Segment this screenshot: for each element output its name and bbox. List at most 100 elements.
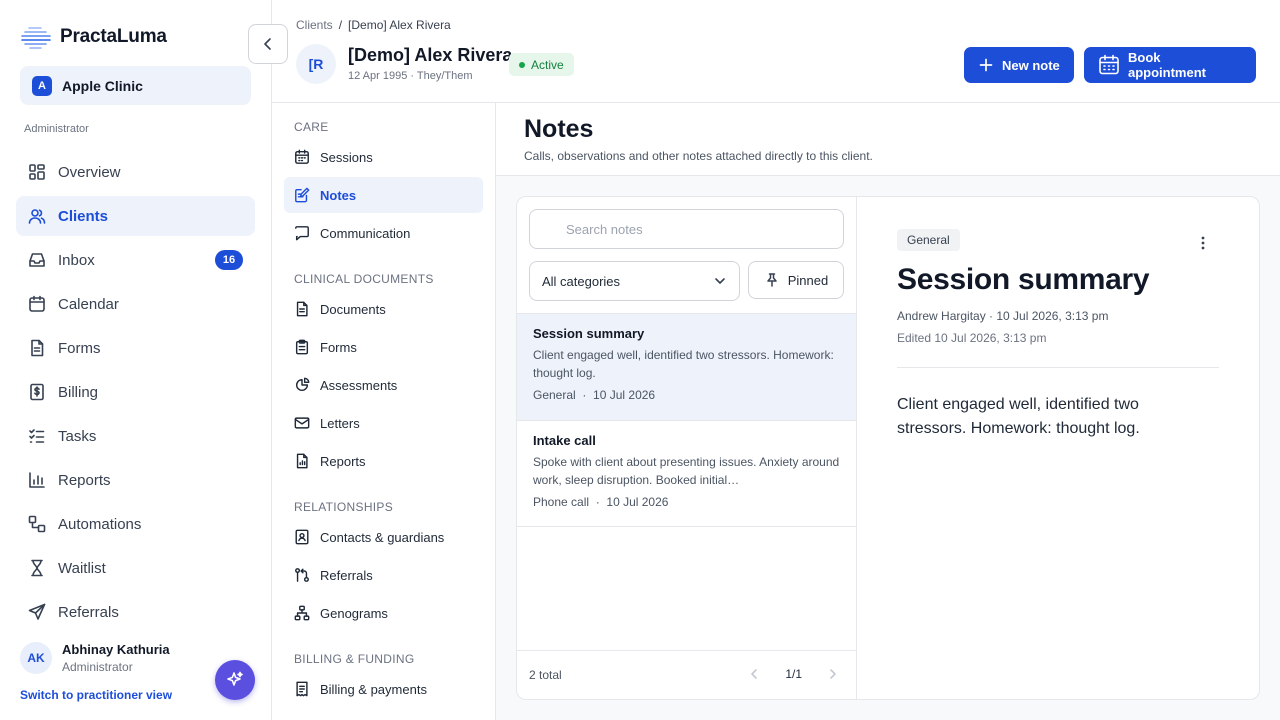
calendar-icon bbox=[1098, 54, 1120, 76]
note-list-item[interactable]: Intake call Spoke with client about pres… bbox=[517, 420, 856, 527]
overview-icon bbox=[28, 163, 46, 181]
breadcrumb-separator: / bbox=[338, 18, 343, 32]
subnav-item-referrals[interactable]: Referrals bbox=[284, 557, 483, 593]
send-icon bbox=[28, 603, 46, 621]
subnav-item-contacts-guardians[interactable]: Contacts & guardians bbox=[284, 519, 483, 555]
breadcrumb-clients-link[interactable]: Clients bbox=[296, 18, 333, 32]
subnav-item-label: Notes bbox=[320, 187, 357, 203]
brand[interactable]: PractaLuma bbox=[20, 24, 167, 50]
nav-item-forms[interactable]: Forms bbox=[16, 328, 255, 368]
notes-main: Notes Calls, observations and other note… bbox=[496, 103, 1280, 720]
clipboard-icon bbox=[294, 339, 310, 355]
note-meta: General · 10 Jul 2026 bbox=[533, 388, 840, 402]
calendar-icon bbox=[294, 149, 310, 165]
nav-item-clients[interactable]: Clients bbox=[16, 196, 255, 236]
search-placeholder: Search notes bbox=[566, 221, 643, 237]
subnav-item-letters[interactable]: Letters bbox=[284, 405, 483, 441]
category-select[interactable]: All categories bbox=[529, 261, 740, 301]
nav-item-tasks[interactable]: Tasks bbox=[16, 416, 255, 456]
main-nav: Overview Clients Inbox 16 Calendar Forms… bbox=[16, 152, 255, 636]
referral-icon bbox=[294, 567, 310, 583]
nav-item-billing[interactable]: Billing bbox=[16, 372, 255, 412]
note-category-tag: General bbox=[897, 229, 960, 251]
note-title: Intake call bbox=[533, 433, 596, 448]
subnav-section-care: CARE bbox=[294, 120, 329, 134]
main-sidebar: PractaLuma A Apple Clinic Administrator … bbox=[0, 0, 272, 720]
nav-item-label: Tasks bbox=[58, 427, 97, 445]
hourglass-icon bbox=[28, 559, 46, 577]
nav-item-referrals[interactable]: Referrals bbox=[16, 592, 255, 632]
nav-item-label: Clients bbox=[58, 207, 109, 225]
switch-view-link[interactable]: Switch to practitioner view bbox=[20, 688, 172, 702]
subnav-item-billing-payments[interactable]: Billing & payments bbox=[284, 671, 483, 707]
book-appointment-label: Book appointment bbox=[1128, 50, 1206, 80]
calendar-icon bbox=[28, 295, 46, 313]
nav-item-reports[interactable]: Reports bbox=[16, 460, 255, 500]
nav-item-label: Inbox bbox=[58, 251, 95, 269]
nav-item-label: Reports bbox=[58, 471, 111, 489]
reports-icon bbox=[28, 471, 46, 489]
subnav-item-genograms[interactable]: Genograms bbox=[284, 595, 483, 631]
report-icon bbox=[294, 453, 310, 469]
mail-icon bbox=[294, 415, 310, 431]
next-page-button[interactable] bbox=[826, 667, 840, 681]
status-dot bbox=[519, 61, 525, 68]
current-user[interactable]: AK Abhinay Kathuria Administrator bbox=[20, 642, 170, 674]
new-note-button[interactable]: New note bbox=[964, 47, 1074, 83]
notes-list-footer: 2 total 1/1 bbox=[517, 650, 856, 699]
nav-item-waitlist[interactable]: Waitlist bbox=[16, 548, 255, 588]
subnav-item-notes[interactable]: Notes bbox=[284, 177, 483, 213]
client-name: [Demo] Alex Rivera bbox=[348, 45, 513, 65]
new-note-label: New note bbox=[1002, 57, 1060, 73]
avatar: AK bbox=[20, 642, 52, 674]
genogram-icon bbox=[294, 605, 310, 621]
note-list-item[interactable]: Session summary Client engaged well, ide… bbox=[517, 313, 856, 420]
nav-item-label: Billing bbox=[58, 383, 99, 401]
subnav-item-documents[interactable]: Documents bbox=[284, 291, 483, 327]
nav-item-overview[interactable]: Overview bbox=[16, 152, 255, 192]
collapse-sidebar-button[interactable] bbox=[248, 24, 288, 64]
clinic-badge: A bbox=[32, 75, 52, 96]
nav-item-label: Referrals bbox=[58, 603, 119, 621]
ai-assistant-button[interactable] bbox=[215, 660, 255, 700]
users-icon bbox=[28, 207, 46, 225]
subnav-item-label: Forms bbox=[320, 339, 357, 355]
role-label: Administrator bbox=[24, 123, 89, 135]
pinned-filter-button[interactable]: Pinned bbox=[748, 261, 844, 299]
tasks-icon bbox=[28, 427, 46, 445]
status-badge: Active bbox=[509, 53, 574, 76]
billing-icon bbox=[28, 383, 46, 401]
subnav-item-forms[interactable]: Forms bbox=[284, 329, 483, 365]
subnav-item-reports[interactable]: Reports bbox=[284, 443, 483, 479]
clinic-switcher[interactable]: A Apple Clinic bbox=[20, 66, 251, 105]
subnav-item-label: Genograms bbox=[320, 605, 388, 621]
note-date: 10 Jul 2026 bbox=[593, 388, 656, 402]
nav-item-inbox[interactable]: Inbox 16 bbox=[16, 240, 255, 280]
subnav-item-label: Documents bbox=[320, 301, 386, 317]
note-meta: Phone call · 10 Jul 2026 bbox=[533, 495, 840, 509]
subnav-item-sessions[interactable]: Sessions bbox=[284, 139, 483, 175]
pagination: 1/1 bbox=[747, 667, 840, 681]
note-edited-line: Edited 10 Jul 2026, 3:13 pm bbox=[897, 331, 1047, 345]
note-date: 10 Jul 2026 bbox=[606, 495, 669, 509]
nav-item-calendar[interactable]: Calendar bbox=[16, 284, 255, 324]
nav-item-automations[interactable]: Automations bbox=[16, 504, 255, 544]
notes-icon bbox=[294, 187, 310, 203]
automations-icon bbox=[28, 515, 46, 533]
subnav-item-communication[interactable]: Communication bbox=[284, 215, 483, 251]
subnav-item-label: Reports bbox=[320, 453, 366, 469]
brand-name: PractaLuma bbox=[60, 26, 167, 47]
subnav-section-billing-funding: BILLING & FUNDING bbox=[294, 652, 415, 666]
document-icon bbox=[294, 301, 310, 317]
note-title: Session summary bbox=[533, 326, 645, 341]
note-category: Phone call bbox=[533, 495, 590, 509]
prev-page-button[interactable] bbox=[747, 667, 761, 681]
subnav-item-assessments[interactable]: Assessments bbox=[284, 367, 483, 403]
note-detail: General Session summary Andrew Hargitay … bbox=[857, 197, 1259, 699]
more-options-button[interactable] bbox=[1193, 233, 1213, 253]
book-appointment-button[interactable]: Book appointment bbox=[1084, 47, 1256, 83]
note-detail-body: Client engaged well, identified two stre… bbox=[897, 396, 1140, 437]
search-input[interactable]: Search notes bbox=[529, 209, 844, 249]
contact-icon bbox=[294, 529, 310, 545]
subnav-item-label: Contacts & guardians bbox=[320, 529, 445, 545]
